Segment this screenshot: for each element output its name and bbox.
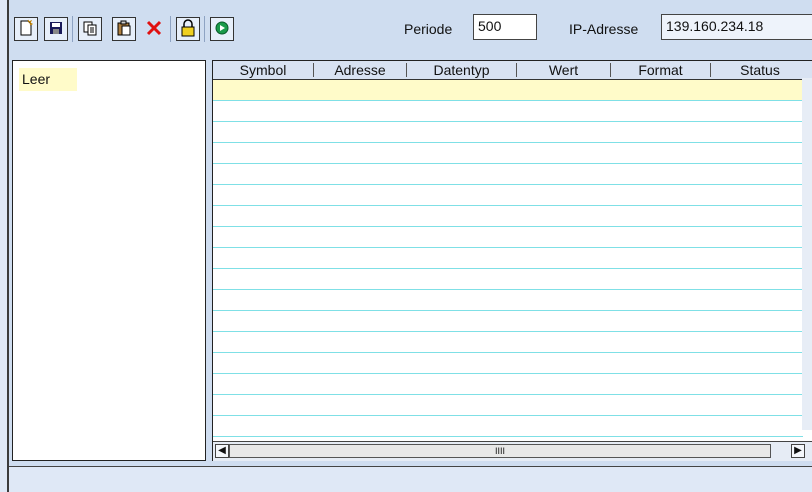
table-row[interactable] bbox=[213, 101, 803, 122]
vertical-scrollbar[interactable] bbox=[802, 78, 812, 430]
new-button[interactable] bbox=[14, 17, 38, 41]
table-row[interactable] bbox=[213, 143, 803, 164]
table-row[interactable] bbox=[213, 353, 803, 374]
table-row[interactable] bbox=[213, 206, 803, 227]
periode-input[interactable]: 500 bbox=[473, 14, 537, 40]
table-row[interactable] bbox=[213, 290, 803, 311]
table-row[interactable] bbox=[213, 311, 803, 332]
new-icon bbox=[18, 19, 34, 40]
column-header-format[interactable]: Format bbox=[611, 61, 710, 79]
horizontal-scrollbar[interactable]: ◀ IIII ▶ bbox=[213, 441, 812, 461]
toolbar: Periode 500 IP-Adresse 139.160.234.18 bbox=[9, 0, 812, 56]
toolbar-separator bbox=[204, 16, 205, 42]
column-header-symbol[interactable]: Symbol bbox=[213, 61, 313, 79]
run-icon bbox=[214, 20, 230, 39]
ip-label: IP-Adresse bbox=[569, 21, 639, 37]
paste-icon bbox=[116, 20, 132, 39]
table-row[interactable] bbox=[213, 374, 803, 395]
run-button[interactable] bbox=[210, 17, 234, 41]
scroll-grip: IIII bbox=[494, 446, 505, 456]
column-header-datentyp[interactable]: Datentyp bbox=[407, 61, 516, 79]
table-row[interactable] bbox=[213, 269, 803, 290]
table-row[interactable] bbox=[213, 227, 803, 248]
paste-button[interactable] bbox=[112, 17, 136, 41]
frame-edge bbox=[7, 0, 9, 492]
table-row[interactable] bbox=[213, 80, 803, 101]
status-bar bbox=[9, 466, 812, 492]
toolbar-separator bbox=[170, 16, 171, 42]
lock-icon bbox=[180, 18, 196, 40]
variable-table[interactable]: Symbol Adresse Datentyp Wert Format Stat… bbox=[212, 60, 812, 461]
list-item[interactable]: Leer bbox=[19, 68, 77, 91]
toolbar-separator bbox=[72, 16, 73, 42]
symbol-list-panel[interactable]: Leer bbox=[12, 60, 206, 461]
scroll-right-icon[interactable]: ▶ bbox=[791, 444, 805, 458]
column-header-adresse[interactable]: Adresse bbox=[314, 61, 406, 79]
copy-icon bbox=[82, 20, 98, 39]
table-row[interactable] bbox=[213, 122, 803, 143]
table-row[interactable] bbox=[213, 416, 803, 437]
table-row[interactable] bbox=[213, 164, 803, 185]
ip-address-field[interactable]: 139.160.234.18 bbox=[661, 14, 812, 40]
delete-icon bbox=[145, 19, 163, 40]
column-header-status[interactable]: Status bbox=[711, 61, 809, 79]
table-header: Symbol Adresse Datentyp Wert Format Stat… bbox=[213, 61, 812, 80]
save-icon bbox=[48, 20, 64, 39]
table-row[interactable] bbox=[213, 332, 803, 353]
copy-button[interactable] bbox=[78, 17, 102, 41]
table-row[interactable] bbox=[213, 395, 803, 416]
lock-button[interactable] bbox=[176, 17, 200, 41]
scroll-thumb[interactable]: IIII bbox=[229, 444, 771, 458]
scroll-left-icon[interactable]: ◀ bbox=[215, 444, 229, 458]
table-row[interactable] bbox=[213, 248, 803, 269]
table-row[interactable] bbox=[213, 185, 803, 206]
periode-label: Periode bbox=[404, 21, 453, 37]
save-button[interactable] bbox=[44, 17, 68, 41]
column-header-wert[interactable]: Wert bbox=[517, 61, 610, 79]
delete-button[interactable] bbox=[142, 17, 166, 41]
